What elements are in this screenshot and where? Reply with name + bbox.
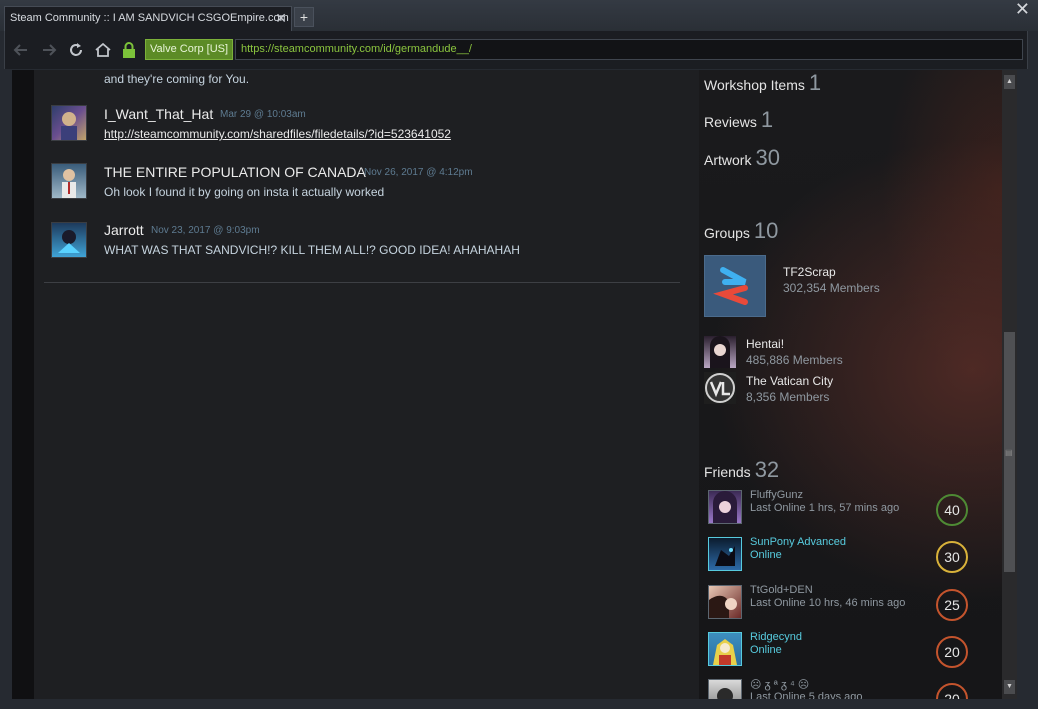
- comment-text: WHAT WAS THAT SANDVICH!? KILL THEM ALL!?…: [104, 243, 520, 257]
- comment-author[interactable]: Jarrott: [104, 222, 144, 238]
- friend-status: Online: [750, 549, 782, 561]
- group-name-vatican-city[interactable]: The Vatican City: [746, 374, 833, 388]
- friend-avatar[interactable]: [708, 585, 742, 619]
- tab-title: Steam Community :: I AM SANDVICH CSGOEmp…: [10, 12, 289, 24]
- page-left-edge: [12, 70, 34, 699]
- comment-author[interactable]: I_Want_That_Hat: [104, 106, 213, 122]
- home-icon[interactable]: [94, 41, 112, 59]
- friend-avatar[interactable]: [708, 679, 742, 699]
- friend-status: Last Online 1 hrs, 57 mins ago: [750, 502, 900, 514]
- artwork-link[interactable]: Artwork 30: [704, 145, 780, 171]
- reviews-link[interactable]: Reviews 1: [704, 107, 773, 133]
- refresh-icon[interactable]: [67, 41, 85, 59]
- friend-level-badge: 40: [936, 494, 968, 526]
- group-members: 302,354 Members: [783, 281, 880, 295]
- friend-avatar[interactable]: [708, 632, 742, 666]
- page-content: and they're coming for You. I_Want_That_…: [12, 70, 1017, 699]
- friend-level-badge: 25: [936, 589, 968, 621]
- comment-link[interactable]: http://steamcommunity.com/sharedfiles/fi…: [104, 127, 451, 141]
- grip-icon: ▤: [1005, 448, 1013, 457]
- browser-toolbar: Valve Corp [US] https://steamcommunity.c…: [4, 31, 1028, 69]
- reviews-count: 1: [760, 107, 774, 132]
- comment-text: Oh look I found it by going on insta it …: [104, 185, 385, 199]
- arrow-left-icon[interactable]: [12, 41, 30, 59]
- tf2scrap-logo-icon: [713, 267, 748, 305]
- comment-date: Mar 29 @ 10:03am: [220, 109, 306, 120]
- friend-avatar[interactable]: [708, 537, 742, 571]
- artwork-count: 30: [755, 145, 780, 170]
- friends-link[interactable]: Friends 32: [704, 457, 779, 483]
- group-members: 485,886 Members: [746, 353, 843, 367]
- friend-avatar[interactable]: [708, 490, 742, 524]
- group-avatar-tf2scrap[interactable]: [704, 255, 766, 317]
- address-bar[interactable]: https://steamcommunity.com/id/germandude…: [235, 39, 1023, 60]
- groups-count: 10: [753, 218, 779, 243]
- avatar[interactable]: [51, 163, 87, 199]
- group-avatar-vatican[interactable]: [704, 372, 736, 404]
- comment-date: Nov 23, 2017 @ 9:03pm: [151, 225, 260, 236]
- browser-tab[interactable]: Steam Community :: I AM SANDVICH CSGOEmp…: [4, 6, 292, 31]
- friend-status: Last Online 5 days ago: [750, 691, 863, 699]
- comment-text-partial: and they're coming for You.: [104, 72, 250, 86]
- friend-level-badge: 20: [936, 636, 968, 668]
- lock-icon: [123, 42, 135, 58]
- avatar[interactable]: [51, 222, 87, 258]
- friend-status: Last Online 10 hrs, 46 mins ago: [750, 597, 906, 609]
- scrollbar[interactable]: ▲ ▤ ▼: [1002, 70, 1017, 699]
- friend-level-badge: 20: [936, 683, 968, 699]
- comments-column: and they're coming for You. I_Want_That_…: [34, 70, 699, 699]
- friend-name[interactable]: FluffyGunz: [750, 489, 803, 501]
- comments-divider: [44, 282, 680, 283]
- friend-name[interactable]: TtGold+DEN: [750, 584, 813, 596]
- new-tab-button[interactable]: +: [294, 7, 314, 27]
- scrollbar-thumb[interactable]: ▤: [1004, 332, 1015, 572]
- certificate-badge[interactable]: Valve Corp [US]: [145, 39, 234, 60]
- workshop-items-count: 1: [808, 70, 822, 95]
- group-name-hentai[interactable]: Hentai!: [746, 337, 784, 351]
- friend-name[interactable]: ☹ ᵹ ª ᵹ ⁴ ☹: [750, 678, 809, 691]
- scroll-up-icon[interactable]: ▲: [1004, 75, 1015, 89]
- friends-count: 32: [754, 457, 780, 482]
- window-close-icon[interactable]: ✕: [1015, 0, 1030, 20]
- friend-name[interactable]: Ridgecynd: [750, 631, 802, 643]
- comment-author[interactable]: THE ENTIRE POPULATION OF CANADA: [104, 164, 366, 180]
- arrow-right-icon[interactable]: [40, 41, 58, 59]
- comment-date: Nov 26, 2017 @ 4:12pm: [364, 167, 473, 178]
- scroll-down-icon[interactable]: ▼: [1004, 680, 1015, 694]
- tab-strip: Steam Community :: I AM SANDVICH CSGOEmp…: [0, 0, 1038, 31]
- avatar[interactable]: [51, 105, 87, 141]
- workshop-items-link[interactable]: Workshop Items 1: [704, 70, 821, 96]
- friend-level-badge: 30: [936, 541, 968, 573]
- group-name-tf2scrap[interactable]: TF2Scrap: [783, 265, 836, 279]
- friend-status: Online: [750, 644, 782, 656]
- group-members: 8,356 Members: [746, 390, 830, 404]
- friend-name[interactable]: SunPony Advanced: [750, 536, 846, 548]
- group-avatar-hentai[interactable]: [704, 336, 736, 368]
- tab-close-icon[interactable]: ✕: [275, 10, 287, 27]
- groups-link[interactable]: Groups 10: [704, 218, 778, 244]
- window-bottom-edge: [0, 699, 1038, 709]
